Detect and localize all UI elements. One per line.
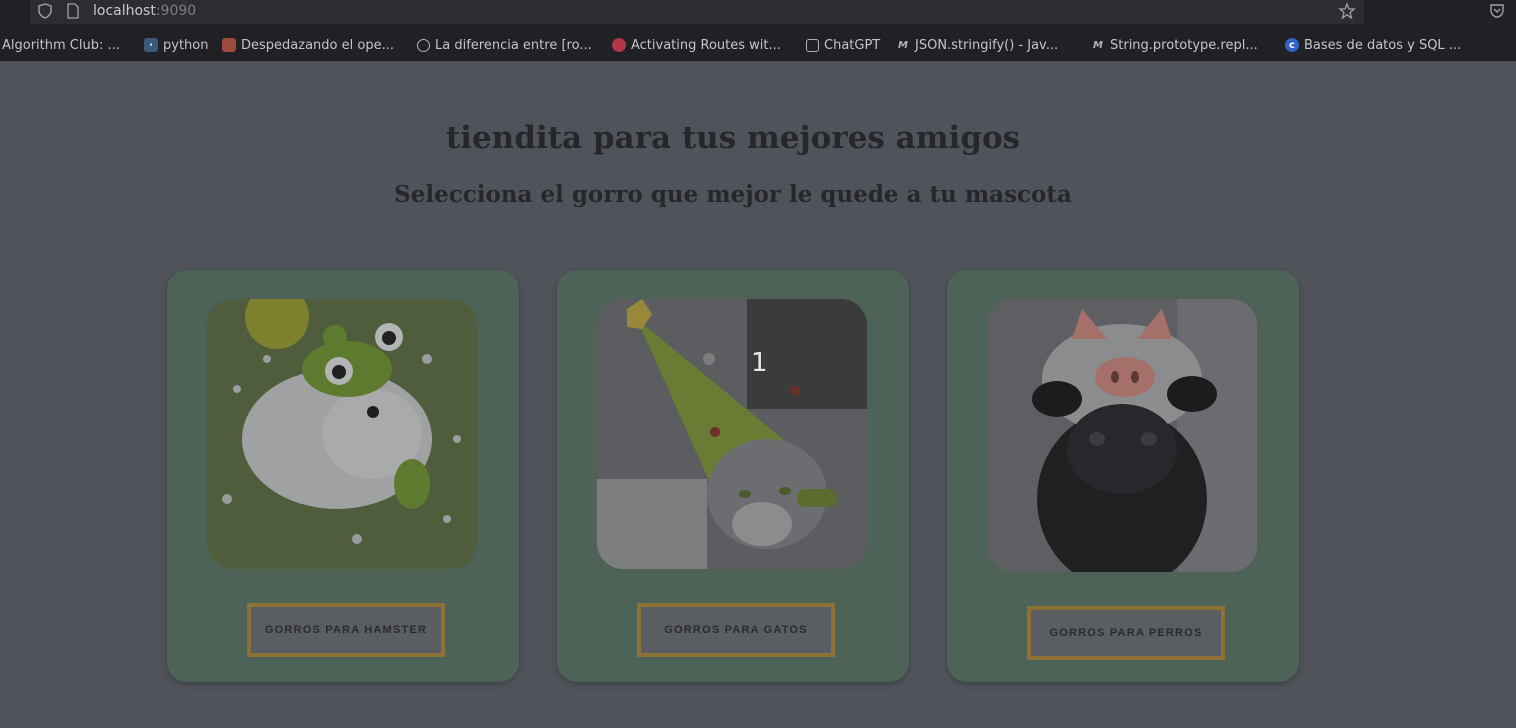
bookmark-item[interactable]: La diferencia entre [ro... [417,36,592,54]
dog-hats-button[interactable]: GORROS PARA PERROS [1027,606,1225,660]
bookmark-label: JSON.stringify() - Jav... [915,37,1059,53]
bookmark-item[interactable]: M String.prototype.repl... [1091,36,1258,54]
cat-photo [597,299,867,569]
product-card-dog: GORROS PARA PERROS [947,270,1299,682]
chatgpt-icon [806,38,819,52]
site-icon [612,38,626,52]
python-icon: · [144,38,158,52]
bookmark-label: String.prototype.repl... [1110,37,1258,53]
page-icon [67,3,79,19]
browser-toolbar: localhost:9090 [0,0,1516,26]
bookmark-label: Algorithm Club: ... [2,37,120,53]
mdn-icon: M [1093,39,1103,51]
site-icon: c [1285,38,1299,52]
site-icon [222,38,236,52]
overlay-counter: 1 [751,348,768,378]
bookmark-item[interactable]: M JSON.stringify() - Jav... [896,36,1058,54]
url-host: localhost [93,3,156,19]
product-card-cat: GORROS PARA GATOS [557,270,909,682]
mdn-icon: M [898,39,908,51]
bookmark-label: Activating Routes wit... [631,37,781,53]
pug-photo [987,299,1257,572]
globe-icon [417,38,430,52]
bookmarks-bar: Algorithm Club: ... · python Despedazand… [0,26,1516,61]
shield-icon[interactable] [37,3,53,19]
bookmark-item[interactable]: c Bases de datos y SQL ... [1285,36,1461,54]
hamster-photo [207,299,477,569]
product-card-hamster: GORROS PARA HAMSTER [167,270,519,682]
bookmark-item[interactable]: Despedazando el ope... [222,36,394,54]
url-port: :9090 [155,3,197,19]
bookmark-item[interactable]: · python [144,36,208,54]
url-text[interactable]: localhost:9090 [93,3,196,20]
bookmark-label: Bases de datos y SQL ... [1304,37,1462,53]
bookmark-item[interactable]: Activating Routes wit... [612,36,781,54]
cat-hats-button[interactable]: GORROS PARA GATOS [637,603,835,657]
bookmark-label: Despedazando el ope... [241,37,394,53]
page-subtitle: Selecciona el gorro que mejor le quede a… [394,181,1072,208]
page-title: tiendita para tus mejores amigos [445,120,1021,156]
hamster-hats-button[interactable]: GORROS PARA HAMSTER [247,603,445,657]
bookmark-label: ChatGPT [824,37,881,53]
bookmark-item[interactable]: Algorithm Club: ... [2,36,120,54]
bookmark-label: python [163,37,209,53]
pocket-icon[interactable] [1488,2,1506,20]
bookmark-star-icon[interactable] [1338,2,1356,20]
address-bar[interactable] [30,0,1364,24]
bookmark-label: La diferencia entre [ro... [435,37,592,53]
bookmark-item[interactable]: ChatGPT [806,36,880,54]
